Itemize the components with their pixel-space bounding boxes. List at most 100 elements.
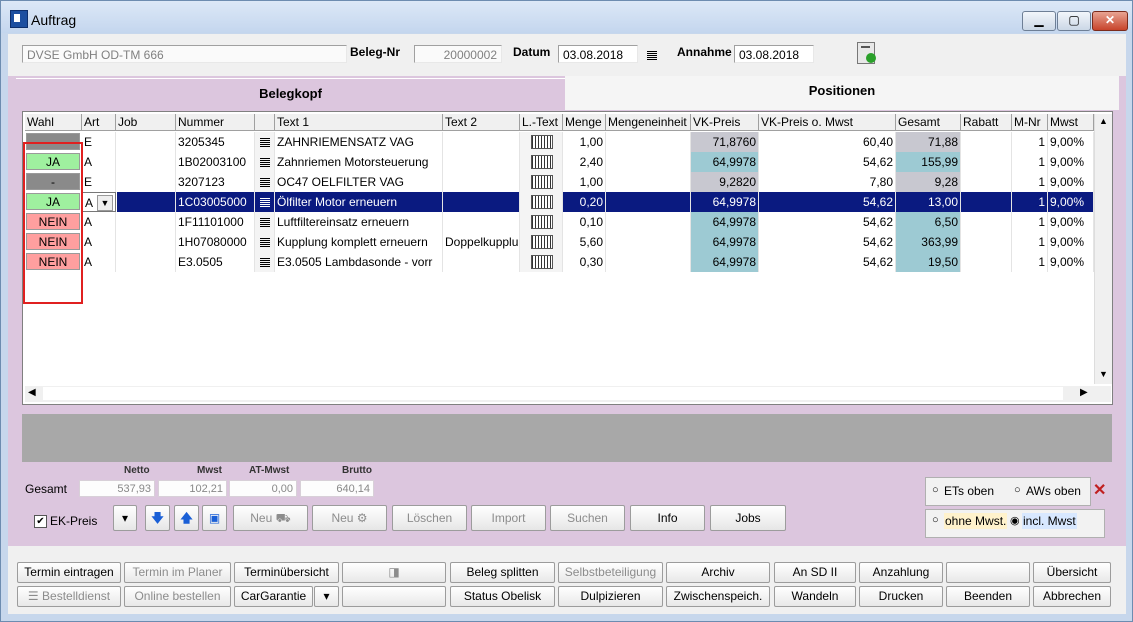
- cell-gesamt[interactable]: 71,88: [896, 132, 961, 152]
- cell-job[interactable]: [116, 132, 176, 152]
- cell-vkomw[interactable]: 54,62: [759, 152, 896, 172]
- cell-job[interactable]: [116, 212, 176, 232]
- termin-planer-button[interactable]: Termin im Planer: [124, 562, 231, 583]
- cell-nummer[interactable]: 3205345: [176, 132, 255, 152]
- cell-vk[interactable]: 9,2820: [691, 172, 759, 192]
- disabled-icon-button[interactable]: ◨: [342, 562, 446, 583]
- column-header[interactable]: L.-Text: [520, 114, 563, 131]
- cell-nummer[interactable]: 1C03005000: [176, 192, 255, 212]
- close-button[interactable]: ✕: [1092, 11, 1128, 31]
- cell-nummer[interactable]: 1H07080000: [176, 232, 255, 252]
- ltext-icon[interactable]: [520, 252, 563, 272]
- cell-vk[interactable]: 64,9978: [691, 232, 759, 252]
- scroll-down-icon[interactable]: ▼: [1099, 369, 1108, 379]
- cell-gesamt[interactable]: 9,28: [896, 172, 961, 192]
- cell-einheit[interactable]: [606, 152, 691, 172]
- cell-mnr[interactable]: 1: [1012, 172, 1048, 192]
- cell-menge[interactable]: 0,20: [563, 192, 606, 212]
- cell-vkomw[interactable]: 54,62: [759, 192, 896, 212]
- cell-einheit[interactable]: [606, 252, 691, 272]
- terminuebersicht-button[interactable]: Terminübersicht: [234, 562, 339, 583]
- cell-art[interactable]: A: [82, 252, 116, 272]
- cell-mnr[interactable]: 1: [1012, 132, 1048, 152]
- loeschen-button[interactable]: Löschen: [392, 505, 467, 531]
- cell-job[interactable]: [116, 172, 176, 192]
- duplizieren-button[interactable]: Dulpizieren: [558, 586, 663, 607]
- info-button[interactable]: Info: [630, 505, 705, 531]
- beleg-splitten-button[interactable]: Beleg splitten: [450, 562, 555, 583]
- ltext-icon[interactable]: [520, 232, 563, 252]
- cell-art[interactable]: A: [82, 232, 116, 252]
- cell-mnr[interactable]: 1: [1012, 252, 1048, 272]
- tab-positionen[interactable]: Positionen: [565, 76, 1119, 110]
- cell-vkomw[interactable]: 54,62: [759, 232, 896, 252]
- annahme-field[interactable]: 03.08.2018: [734, 45, 814, 63]
- ohne-mwst-radio[interactable]: ○: [932, 514, 939, 526]
- column-header[interactable]: Wahl: [25, 114, 82, 131]
- blank-button[interactable]: [342, 586, 446, 607]
- cell-text1[interactable]: Ölfilter Motor erneuern: [275, 192, 443, 212]
- anzahlung-button[interactable]: Anzahlung: [859, 562, 943, 583]
- import-button[interactable]: Import: [471, 505, 546, 531]
- cell-nummer[interactable]: 1F11101000: [176, 212, 255, 232]
- calendar-list-icon[interactable]: [647, 48, 657, 62]
- move-up-button[interactable]: 🡅: [174, 505, 199, 531]
- cell-text1[interactable]: ZAHNRIEMENSATZ VAG: [275, 132, 443, 152]
- column-header[interactable]: Mwst: [1048, 114, 1094, 131]
- cell-vk[interactable]: 64,9978: [691, 192, 759, 212]
- move-down-button[interactable]: 🡇: [145, 505, 170, 531]
- text-list-icon[interactable]: [255, 212, 275, 232]
- cell-einheit[interactable]: [606, 192, 691, 212]
- jobs-button[interactable]: Jobs: [710, 505, 786, 531]
- cell-vk[interactable]: 64,9978: [691, 212, 759, 232]
- ekpreis-dropdown-button[interactable]: ▾: [113, 505, 137, 531]
- cell-text1[interactable]: Zahnriemen Motorsteuerung: [275, 152, 443, 172]
- ltext-icon[interactable]: [520, 132, 563, 152]
- text-list-icon[interactable]: [255, 252, 275, 272]
- cell-text2[interactable]: [443, 192, 520, 212]
- cell-vkomw[interactable]: 54,62: [759, 252, 896, 272]
- cell-einheit[interactable]: [606, 132, 691, 152]
- cell-art[interactable]: A: [82, 152, 116, 172]
- cell-vk[interactable]: 71,8760: [691, 132, 759, 152]
- cargarantie-button[interactable]: CarGarantie: [234, 586, 313, 607]
- cell-mwst[interactable]: 9,00%: [1048, 252, 1094, 272]
- cell-mwst[interactable]: 9,00%: [1048, 192, 1094, 212]
- column-header[interactable]: M-Nr: [1012, 114, 1048, 131]
- cell-mnr[interactable]: 1: [1012, 192, 1048, 212]
- uebersicht-button[interactable]: Übersicht: [1033, 562, 1111, 583]
- cell-job[interactable]: [116, 232, 176, 252]
- cell-mnr[interactable]: 1: [1012, 152, 1048, 172]
- horizontal-scrollbar[interactable]: ◀ ▶: [25, 386, 1111, 402]
- cell-rabatt[interactable]: [961, 192, 1012, 212]
- cell-menge[interactable]: 2,40: [563, 152, 606, 172]
- drucken-button[interactable]: Drucken: [859, 586, 943, 607]
- cell-rabatt[interactable]: [961, 132, 1012, 152]
- bestelldienst-button[interactable]: ☰ Bestelldienst: [17, 586, 121, 607]
- beleg-field[interactable]: 20000002: [414, 45, 502, 63]
- cell-nummer[interactable]: 3207123: [176, 172, 255, 192]
- customer-field[interactable]: DVSE GmbH OD-TM 666: [22, 45, 347, 63]
- image-button[interactable]: ▣: [202, 505, 227, 531]
- column-header[interactable]: Text 1: [275, 114, 443, 131]
- cell-text1[interactable]: Luftfiltereinsatz erneuern: [275, 212, 443, 232]
- status-obelisk-button[interactable]: Status Obelisk: [450, 586, 555, 607]
- neu-button-1[interactable]: Neu ⛟: [233, 505, 308, 531]
- abbrechen-button[interactable]: Abbrechen: [1033, 586, 1111, 607]
- vertical-scrollbar[interactable]: ▲ ▼: [1094, 114, 1112, 384]
- zwischenspeichern-button[interactable]: Zwischenspeich.: [666, 586, 770, 607]
- cell-job[interactable]: [116, 152, 176, 172]
- column-header[interactable]: Menge: [563, 114, 606, 131]
- column-header[interactable]: Rabatt: [961, 114, 1012, 131]
- incl-mwst-radio[interactable]: ◉: [1010, 514, 1020, 527]
- cell-menge[interactable]: 0,30: [563, 252, 606, 272]
- cell-menge[interactable]: 0,10: [563, 212, 606, 232]
- cell-text2[interactable]: [443, 152, 520, 172]
- cell-rabatt[interactable]: [961, 232, 1012, 252]
- text-list-icon[interactable]: [255, 232, 275, 252]
- text-list-icon[interactable]: [255, 132, 275, 152]
- cell-gesamt[interactable]: 6,50: [896, 212, 961, 232]
- chevron-down-icon[interactable]: ▼: [97, 195, 113, 211]
- ltext-icon[interactable]: [520, 172, 563, 192]
- column-header[interactable]: Art: [82, 114, 116, 131]
